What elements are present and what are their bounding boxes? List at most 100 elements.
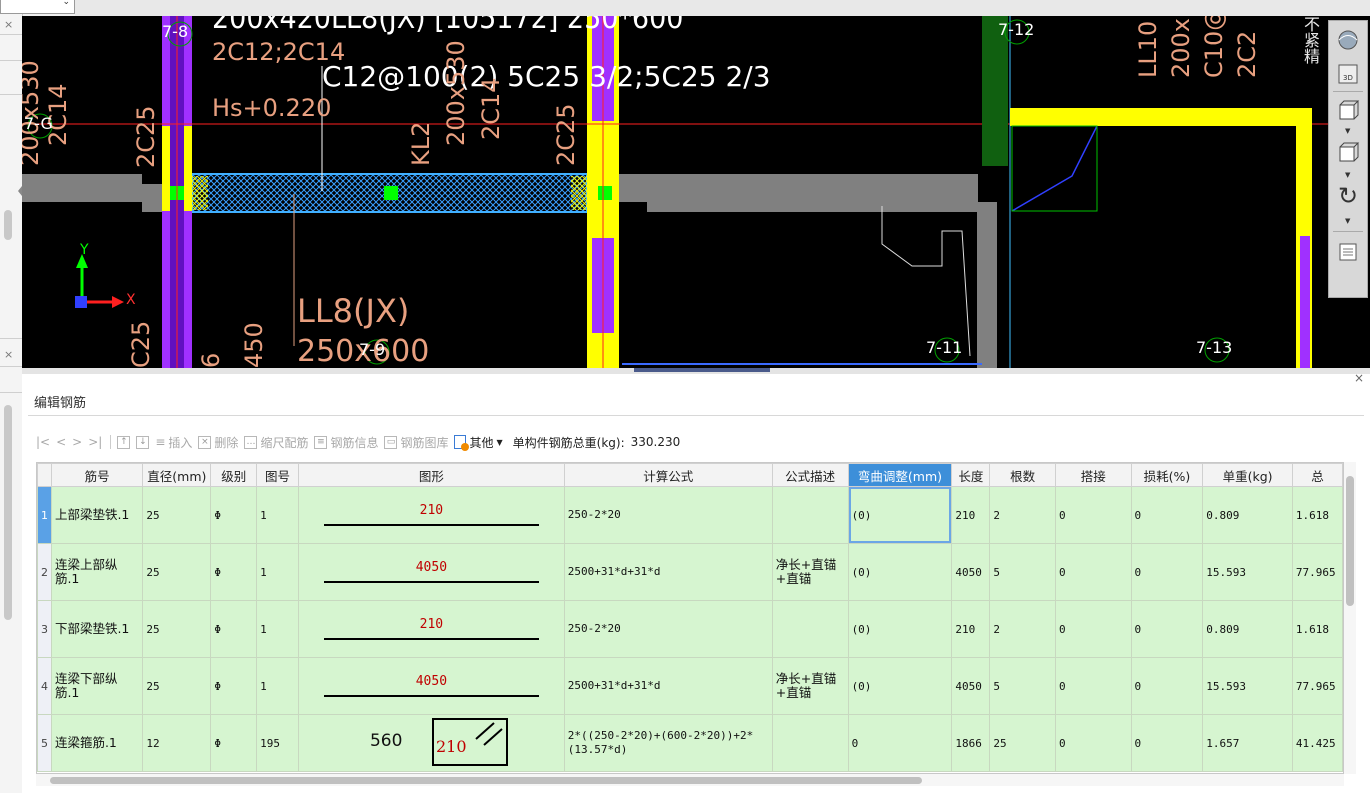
- cell-count[interactable]: 2: [989, 600, 1056, 658]
- cube-front-icon[interactable]: [1335, 97, 1361, 123]
- cell-unit-weight[interactable]: 15.593: [1202, 657, 1293, 715]
- close-icon[interactable]: ×: [1354, 371, 1364, 385]
- move-down-button[interactable]: ↓: [136, 435, 150, 449]
- column-header[interactable]: 图号: [256, 463, 299, 487]
- column-header[interactable]: 筋号: [50, 463, 144, 487]
- column-header[interactable]: 长度: [951, 463, 991, 487]
- insert-button[interactable]: ≡ 插入: [155, 434, 192, 451]
- cell-figure-no[interactable]: 1: [256, 486, 299, 544]
- cell-diameter[interactable]: 25: [142, 657, 212, 715]
- cell-length[interactable]: 4050: [951, 543, 991, 601]
- cell-unit-weight[interactable]: 0.809: [1202, 486, 1293, 544]
- cell-bar-name[interactable]: 下部梁垫铁.1: [50, 600, 144, 658]
- cell-length[interactable]: 210: [951, 486, 991, 544]
- cad-viewport[interactable]: 200x420LL8(JX) [105172] 250*600 2C12;2C1…: [22, 16, 1370, 368]
- column-header[interactable]: 图形: [297, 463, 565, 487]
- cell-bend-adjust[interactable]: (0): [847, 657, 953, 715]
- cell-shape[interactable]: 4050: [297, 543, 565, 601]
- cell-formula-desc[interactable]: [771, 600, 849, 658]
- column-header[interactable]: 公式描述: [771, 463, 849, 487]
- delete-button[interactable]: × 删除: [198, 434, 238, 451]
- cell-formula[interactable]: 2500+31*d+31*d: [563, 657, 773, 715]
- cell-unit-weight[interactable]: 0.809: [1202, 600, 1293, 658]
- cell-bar-name[interactable]: 连梁下部纵筋.1: [50, 657, 144, 715]
- cell-shape[interactable]: 4050: [297, 657, 565, 715]
- chevron-down-icon[interactable]: ▼: [1345, 171, 1350, 179]
- cell-length[interactable]: 4050: [951, 657, 991, 715]
- cell-formula-desc[interactable]: [771, 714, 849, 772]
- cell-total-weight[interactable]: 41.425: [1291, 714, 1343, 772]
- cell-figure-no[interactable]: 1: [256, 657, 299, 715]
- globe-icon[interactable]: [1335, 27, 1361, 53]
- cell-total-weight[interactable]: 77.965: [1291, 543, 1343, 601]
- cell-length[interactable]: 1866: [951, 714, 991, 772]
- cell-count[interactable]: 2: [989, 486, 1056, 544]
- cell-total-weight[interactable]: 1.618: [1291, 486, 1343, 544]
- vertical-scrollbar[interactable]: [1344, 462, 1356, 774]
- cell-formula[interactable]: 2*((250-2*20)+(600-2*20))+2*(13.57*d): [563, 714, 773, 772]
- close-icon[interactable]: ×: [4, 18, 13, 31]
- table-row[interactable]: 2 连梁上部纵筋.1 25 Φ 1 4050 2500+31*d+31*d 净长…: [37, 543, 1343, 601]
- column-header[interactable]: 根数: [989, 463, 1056, 487]
- column-header[interactable]: 计算公式: [563, 463, 773, 487]
- cell-figure-no[interactable]: 195: [256, 714, 299, 772]
- splitter-grip[interactable]: [634, 368, 770, 372]
- table-row[interactable]: 4 连梁下部纵筋.1 25 Φ 1 4050 2500+31*d+31*d 净长…: [37, 657, 1343, 715]
- cell-formula-desc[interactable]: 净长+直锚+直锚: [771, 657, 849, 715]
- cell-total-weight[interactable]: 1.618: [1291, 600, 1343, 658]
- column-header[interactable]: 单重(kg): [1202, 463, 1293, 487]
- cell-unit-weight[interactable]: 1.657: [1202, 714, 1293, 772]
- last-record-button[interactable]: >|: [88, 435, 102, 449]
- row-number[interactable]: 1: [37, 486, 52, 544]
- cell-grade[interactable]: Φ: [210, 486, 258, 544]
- cell-formula[interactable]: 250-2*20: [563, 486, 773, 544]
- other-menu-button[interactable]: 其他 ▼: [454, 434, 503, 451]
- table-row[interactable]: 5 连梁箍筋.1 12 Φ 195 560 210 2*((250-2*20)+…: [37, 714, 1343, 772]
- cell-diameter[interactable]: 25: [142, 600, 212, 658]
- cell-count[interactable]: 5: [989, 543, 1056, 601]
- cell-grade[interactable]: Φ: [210, 657, 258, 715]
- cell-shape[interactable]: 210: [297, 486, 565, 544]
- scrollbar-thumb[interactable]: [1346, 476, 1354, 606]
- row-number[interactable]: 2: [37, 543, 52, 601]
- column-header[interactable]: 直径(mm): [142, 463, 212, 487]
- cell-lap[interactable]: 0: [1054, 486, 1132, 544]
- chevron-down-icon[interactable]: ▼: [1345, 127, 1350, 135]
- column-header-active[interactable]: 弯曲调整(mm): [847, 463, 953, 487]
- first-record-button[interactable]: |<: [36, 435, 50, 449]
- cell-length[interactable]: 210: [951, 600, 991, 658]
- cell-loss[interactable]: 0: [1130, 714, 1204, 772]
- cell-loss[interactable]: 0: [1130, 543, 1204, 601]
- scale-rebar-button[interactable]: … 缩尺配筋: [244, 434, 308, 451]
- layers-icon[interactable]: [1335, 239, 1361, 265]
- cell-shape[interactable]: 560 210: [297, 714, 565, 772]
- view-selector-dropdown[interactable]: ⌄: [0, 0, 75, 14]
- 3d-view-icon[interactable]: 3D: [1335, 61, 1361, 87]
- horizontal-scrollbar[interactable]: [36, 774, 1344, 786]
- cell-loss[interactable]: 0: [1130, 600, 1204, 658]
- column-header[interactable]: 搭接: [1054, 463, 1132, 487]
- cell-bend-adjust[interactable]: 0: [847, 714, 953, 772]
- cell-lap[interactable]: 0: [1054, 657, 1132, 715]
- cell-count[interactable]: 5: [989, 657, 1056, 715]
- rotate-icon[interactable]: ↻: [1335, 183, 1361, 209]
- cell-figure-no[interactable]: 1: [256, 543, 299, 601]
- cell-bar-name[interactable]: 连梁上部纵筋.1: [50, 543, 144, 601]
- cell-shape[interactable]: 210: [297, 600, 565, 658]
- close-icon[interactable]: ×: [4, 348, 13, 361]
- cell-diameter[interactable]: 12: [142, 714, 212, 772]
- cell-bend-adjust[interactable]: (0): [847, 543, 953, 601]
- cell-bend-adjust[interactable]: (0): [847, 600, 953, 658]
- cell-unit-weight[interactable]: 15.593: [1202, 543, 1293, 601]
- row-number[interactable]: 4: [37, 657, 52, 715]
- cell-grade[interactable]: Φ: [210, 600, 258, 658]
- table-row[interactable]: 3 下部梁垫铁.1 25 Φ 1 210 250-2*20 (0) 210 2 …: [37, 600, 1343, 658]
- cell-lap[interactable]: 0: [1054, 543, 1132, 601]
- next-record-button[interactable]: >: [72, 435, 82, 449]
- row-number[interactable]: 3: [37, 600, 52, 658]
- rebar-info-button[interactable]: ≡ 钢筋信息: [314, 434, 378, 451]
- column-header[interactable]: 损耗(%): [1130, 463, 1204, 487]
- row-number[interactable]: 5: [37, 714, 52, 772]
- cell-bar-name[interactable]: 连梁箍筋.1: [50, 714, 144, 772]
- cell-grade[interactable]: Φ: [210, 543, 258, 601]
